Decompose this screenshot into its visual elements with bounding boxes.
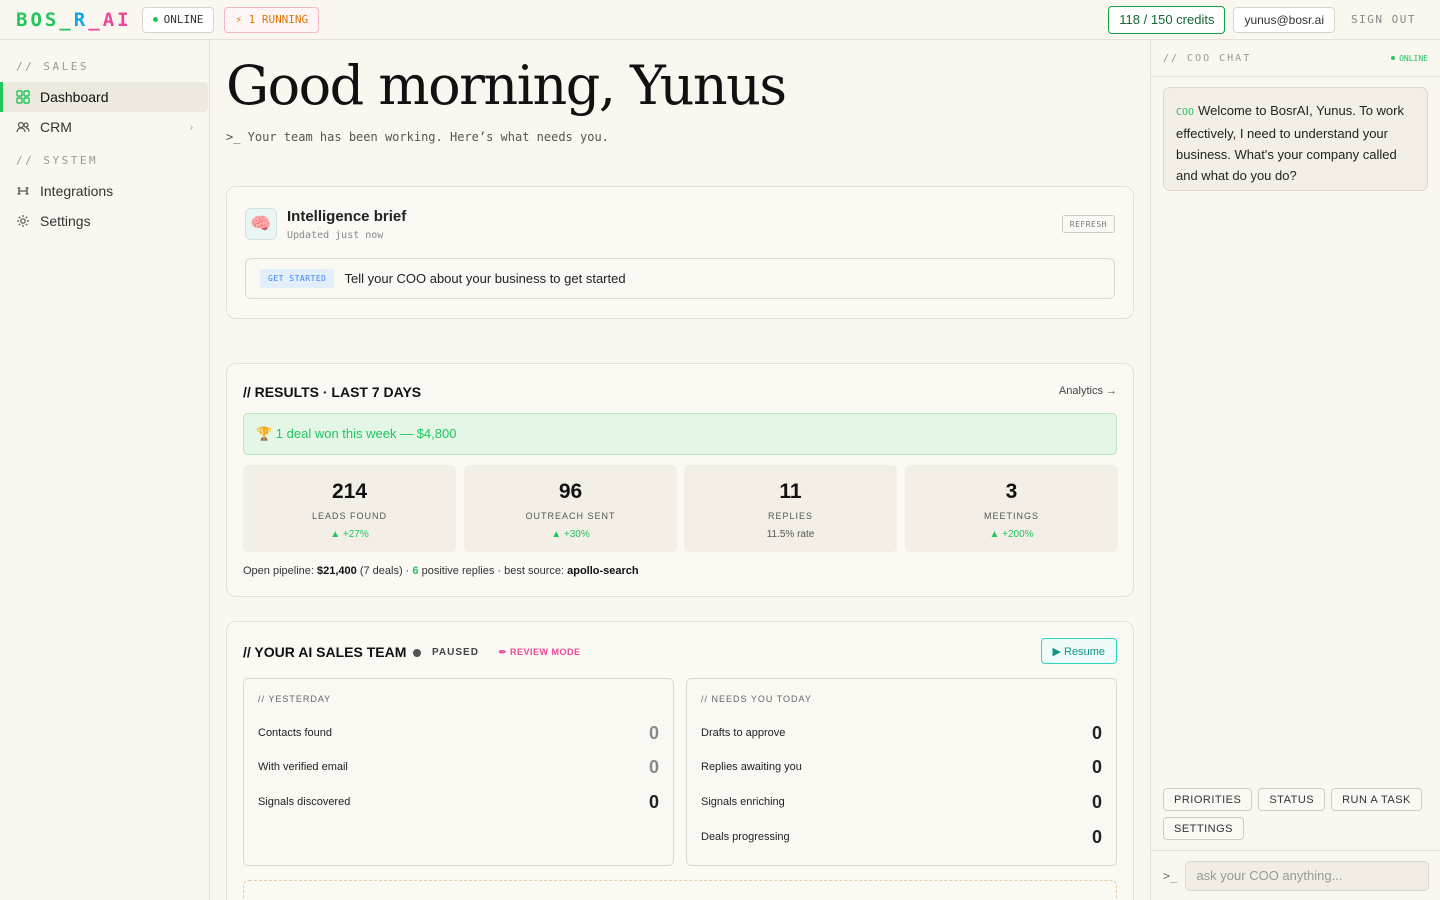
brief-get-started[interactable]: GET STARTED Tell your COO about your bus… [245,258,1115,299]
needs-you-today-panel: // NEEDS YOU TODAY Drafts to approve 0 R… [686,678,1117,866]
quick-settings-button[interactable]: SETTINGS [1163,817,1245,840]
resume-button[interactable]: ▶ Resume [1040,638,1117,664]
kpi-leads-found: 214 LEADS FOUND ▲ +27% [243,465,456,552]
chevron-right-icon[interactable]: › [190,122,193,132]
quick-run-task-button[interactable]: RUN A TASK [1331,788,1422,811]
list-item[interactable]: Deals progressing 0 [701,827,1102,847]
list-item[interactable]: Replies awaiting you 0 [701,757,1102,777]
status-dot-icon [1391,56,1396,60]
quick-actions: PRIORITIES STATUS RUN A TASK SETTINGS [1163,788,1433,840]
analytics-link[interactable]: Analytics → [1059,385,1117,397]
team-status: PAUSED [432,647,479,658]
users-icon [16,121,30,133]
results-title: // RESULTS · LAST 7 DAYS [243,384,422,400]
kpi-meetings: 3 MEETINGS ▲ +200% [905,465,1118,552]
gear-icon [17,215,29,227]
chat-header: // COO CHAT ONLINE [1151,40,1440,77]
kpi-outreach-sent: 96 OUTREACH SENT ▲ +30% [464,465,677,552]
paused-dot-icon [413,649,421,657]
prompt-icon: >_ [1163,868,1178,883]
list-item[interactable]: Drafts to approve 0 [701,723,1102,743]
sidebar-item-integrations[interactable]: Integrations [0,176,209,206]
coo-tag: COO [1176,107,1195,118]
running-tasks-pill[interactable]: ⚡ 1 RUNNING [224,6,320,33]
list-item: Contacts found 0 [258,722,659,743]
online-status-pill: ONLINE [141,6,215,33]
team-title: // YOUR AI SALES TEAM [243,644,407,660]
ai-sales-team-card: // YOUR AI SALES TEAM PAUSED ✏ REVIEW MO… [226,621,1134,900]
link-icon [17,187,29,195]
pipeline-summary: Open pipeline: $21,400 (7 deals) · 6 pos… [243,565,639,577]
kpi-replies: 11 REPLIES 11.5% rate [684,465,897,552]
list-item[interactable]: Signals enriching 0 [701,792,1102,812]
sign-out-button[interactable]: SIGN OUT [1343,13,1424,26]
chat-message: COO Welcome to BosrAI, Yunus. To work eff… [1163,87,1428,191]
main-content: Good morning, Yunus >_ Your team has bee… [211,40,1150,900]
sidebar-section-system: // SYSTEM [16,154,99,167]
dashed-placeholder [243,880,1117,900]
page-subtitle: >_ Your team has been working. Here’s wh… [226,130,609,144]
refresh-button[interactable]: REFRESH [1061,215,1115,233]
chat-title: // COO CHAT [1163,52,1252,64]
status-dot-icon [152,17,158,22]
list-item: With verified email 0 [258,756,659,777]
top-bar: BOS _ R _ AI ONLINE ⚡ 1 RUNNING 118 / 15… [0,0,1440,40]
intelligence-brief-card: 🧠 Intelligence brief Updated just now RE… [226,186,1134,319]
sidebar-section-sales: // SALES [16,60,89,73]
sidebar-item-crm[interactable]: CRM › [0,112,209,142]
quick-status-button[interactable]: STATUS [1258,788,1326,811]
brief-text: Tell your COO about your business to get… [344,271,626,286]
brain-icon: 🧠 [245,208,277,240]
review-mode-badge[interactable]: ✏ REVIEW MODE [499,647,581,658]
results-card: // RESULTS · LAST 7 DAYS Analytics → 🏆 1… [226,363,1134,597]
brief-updated: Updated just now [287,230,384,241]
brief-title: Intelligence brief [287,208,407,225]
deal-won-banner: 🏆 1 deal won this week — $4,800 [243,413,1117,455]
user-email[interactable]: yunus@bosr.ai [1233,6,1336,33]
credits-badge[interactable]: 118 / 150 credits [1108,5,1226,34]
chat-input[interactable] [1185,860,1429,891]
grid-icon [16,90,30,104]
logo[interactable]: BOS _ R _ AI [16,9,132,31]
sidebar-item-dashboard[interactable]: Dashboard [0,82,208,112]
coo-chat-panel: // COO CHAT ONLINE COO Welcome to BosrAI,… [1150,40,1440,900]
yesterday-panel: // YESTERDAY Contacts found 0 With verif… [243,678,674,866]
sidebar: // SALES Dashboard CRM › // SYSTEM Integ… [0,40,210,900]
quick-priorities-button[interactable]: PRIORITIES [1163,788,1253,811]
sidebar-item-settings[interactable]: Settings [0,206,209,236]
chat-input-bar: >_ [1151,850,1440,900]
get-started-badge: GET STARTED [260,269,335,288]
page-title: Good morning, Yunus [226,54,787,117]
list-item: Signals discovered 0 [258,791,659,812]
chat-online-status: ONLINE [1391,54,1428,63]
